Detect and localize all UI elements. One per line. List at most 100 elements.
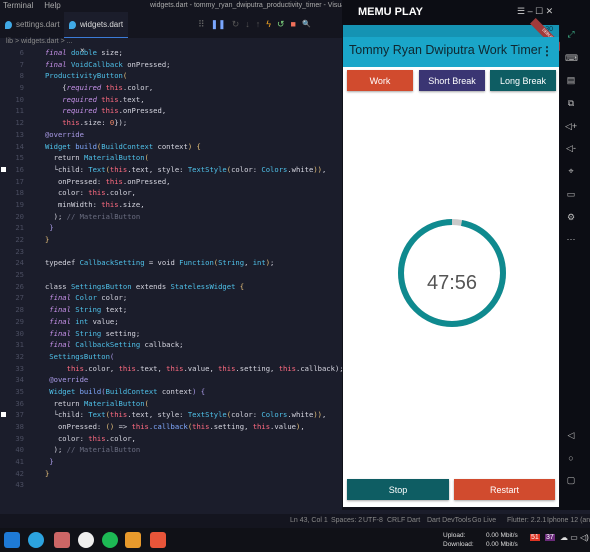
menu-help[interactable]: Help xyxy=(44,1,60,10)
code-token: this xyxy=(278,363,297,373)
code-line[interactable]: 42 } xyxy=(0,468,342,480)
code-line[interactable]: 39 color: this.color, xyxy=(0,433,342,445)
back-icon[interactable]: ◁ xyxy=(565,430,577,440)
code-line[interactable]: 33 this.color, this.text, this.value, th… xyxy=(0,363,343,375)
code-line[interactable]: 38 onPressed: () => this.callback(this.s… xyxy=(0,421,342,433)
code-line[interactable]: 28 final String text; xyxy=(0,304,342,316)
work-button[interactable]: Work xyxy=(347,70,413,91)
apk-icon[interactable]: ▤ xyxy=(565,75,577,85)
cursor-position[interactable]: Ln 43, Col 1 xyxy=(290,514,328,528)
telegram-taskbar-icon[interactable] xyxy=(28,532,44,548)
code-line[interactable]: 35 Widget build(BuildContext context) { xyxy=(0,386,342,398)
hot-reload-icon[interactable]: ϟ xyxy=(266,19,271,29)
code-line[interactable]: 7 final VoidCallback onPressed; xyxy=(0,59,342,71)
code-line[interactable]: 26 class SettingsButton extends Stateles… xyxy=(0,281,342,293)
eol[interactable]: CRLF xyxy=(387,514,405,528)
drag-handle-icon[interactable]: ⠿ xyxy=(198,19,205,30)
code-line[interactable]: 11 required this.onPressed, xyxy=(0,105,342,117)
long-break-button[interactable]: Long Break xyxy=(490,70,556,91)
code-line[interactable]: 22 } xyxy=(0,234,342,246)
indentation[interactable]: Spaces: 2 xyxy=(331,514,362,528)
more-vert-icon[interactable]: ⋮ xyxy=(541,44,553,58)
window-controls-icon[interactable]: ☰ – ☐ ✕ xyxy=(517,6,553,17)
breakpoint-marker[interactable] xyxy=(1,166,6,172)
code-line[interactable]: 18 color: this.color, xyxy=(0,187,342,199)
stop-button[interactable]: Stop xyxy=(347,479,449,500)
code-line[interactable]: 13 @override xyxy=(0,129,342,141)
more-icon[interactable]: ⋯ xyxy=(565,234,577,244)
code-line[interactable]: 27 final Color color; xyxy=(0,292,342,304)
vscode-taskbar-icon[interactable] xyxy=(4,532,20,548)
tab-widgets-dart[interactable]: widgets.dart × xyxy=(64,12,128,55)
fullscreen-icon[interactable]: ⤢ xyxy=(565,29,577,39)
code-line[interactable]: 34 @override xyxy=(0,374,342,386)
code-line[interactable]: 36 return MaterialButton( xyxy=(0,398,342,410)
code-line[interactable]: 19 minWidth: this.size, xyxy=(0,199,342,211)
code-line[interactable]: 20 ); // MaterialButton xyxy=(0,211,342,223)
code-token: onPressed; xyxy=(127,59,171,69)
code-token: Text xyxy=(88,164,106,174)
line-number: 33 xyxy=(15,363,24,373)
short-break-button[interactable]: Short Break xyxy=(419,70,485,91)
settings-icon[interactable]: ⚙ xyxy=(565,212,577,222)
code-line[interactable]: 43 xyxy=(0,479,342,491)
recents-icon[interactable]: ▢ xyxy=(565,475,577,485)
code-line[interactable]: 41 } xyxy=(0,456,342,468)
code-line[interactable]: 8 ProductivityButton( xyxy=(0,70,342,82)
code-line[interactable]: 6 final double size; xyxy=(0,47,342,59)
code-line[interactable]: 32 SettingsButton( xyxy=(0,351,342,363)
breakpoint-marker[interactable] xyxy=(1,412,6,418)
code-line[interactable]: 25 xyxy=(0,269,342,281)
code-line[interactable]: 10 required this.text, xyxy=(0,94,342,106)
location-icon[interactable]: ⌖ xyxy=(565,166,577,176)
multi-window-icon[interactable]: ⧉ xyxy=(565,98,577,108)
chat-taskbar-icon[interactable] xyxy=(78,532,94,548)
dart-devtools[interactable]: Dart DevTools xyxy=(427,514,471,528)
folder-icon[interactable]: ▭ xyxy=(565,189,577,199)
code-line[interactable]: 17 onPressed: this.onPressed, xyxy=(0,176,342,188)
code-editor[interactable]: 6 final double size; 7 final VoidCallback… xyxy=(0,47,344,491)
inspect-icon[interactable]: 🔍 xyxy=(302,20,311,28)
tray-icons[interactable]: ☁ ▭ ◁) xyxy=(560,533,589,542)
pause-icon[interactable]: ❚❚ xyxy=(211,19,226,30)
code-line[interactable]: 24 typedef CallbackSetting = void Functi… xyxy=(0,257,342,269)
code-token: required xyxy=(44,94,102,104)
code-line[interactable]: 14 Widget build(BuildContext context) { xyxy=(0,141,342,153)
language-mode[interactable]: Dart xyxy=(407,514,420,528)
home-icon[interactable]: ○ xyxy=(565,453,577,463)
restart-icon[interactable]: ↺ xyxy=(277,19,285,30)
breadcrumb[interactable]: lib > widgets.dart > ... xyxy=(6,38,73,45)
step-into-icon[interactable]: ↓ xyxy=(245,19,250,29)
code-line[interactable]: 9 {required this.color, xyxy=(0,82,342,94)
encoding[interactable]: UTF-8 xyxy=(363,514,383,528)
device-selector[interactable]: Iphone 12 (andr xyxy=(547,514,590,528)
volume-down-icon[interactable]: ◁- xyxy=(565,143,577,153)
code-line[interactable]: 29 final int value; xyxy=(0,316,342,328)
code-line[interactable]: 40 ); // MaterialButton xyxy=(0,444,342,456)
step-out-icon[interactable]: ↑ xyxy=(256,19,261,29)
code-line[interactable]: 31 final CallbackSetting callback; xyxy=(0,339,342,351)
tray-badge-1[interactable]: 51 xyxy=(530,534,540,541)
stop-icon[interactable]: ■ xyxy=(291,19,296,29)
tab-settings-dart[interactable]: settings.dart xyxy=(0,12,62,38)
tray-badge-2[interactable]: 37 xyxy=(545,534,555,541)
app-taskbar-icon[interactable] xyxy=(54,532,70,548)
restart-button[interactable]: Restart xyxy=(454,479,555,500)
keyboard-icon[interactable]: ⌨ xyxy=(565,53,578,63)
code-line[interactable]: 23 xyxy=(0,246,342,258)
code-line[interactable]: 16 └child: Text(this.text, style: TextSt… xyxy=(0,164,342,176)
flutter-version[interactable]: Flutter: 2.2.1 xyxy=(507,514,546,528)
spotify-taskbar-icon[interactable] xyxy=(102,532,118,548)
code-line[interactable]: 12 this.size: 0}); xyxy=(0,117,342,129)
code-line[interactable]: 21 } xyxy=(0,222,342,234)
code-line[interactable]: 37 └child: Text(this.text, style: TextSt… xyxy=(0,409,342,421)
code-token: .setting, xyxy=(209,422,253,431)
step-over-icon[interactable]: ↻ xyxy=(232,19,240,30)
volume-up-icon[interactable]: ◁+ xyxy=(565,121,577,131)
office-taskbar-icon[interactable] xyxy=(150,532,166,548)
go-live[interactable]: Go Live xyxy=(472,514,496,528)
menu-terminal[interactable]: Terminal xyxy=(3,1,33,10)
memu-taskbar-icon[interactable] xyxy=(125,532,141,548)
code-line[interactable]: 30 final String setting; xyxy=(0,328,342,340)
code-line[interactable]: 15 return MaterialButton( xyxy=(0,152,342,164)
